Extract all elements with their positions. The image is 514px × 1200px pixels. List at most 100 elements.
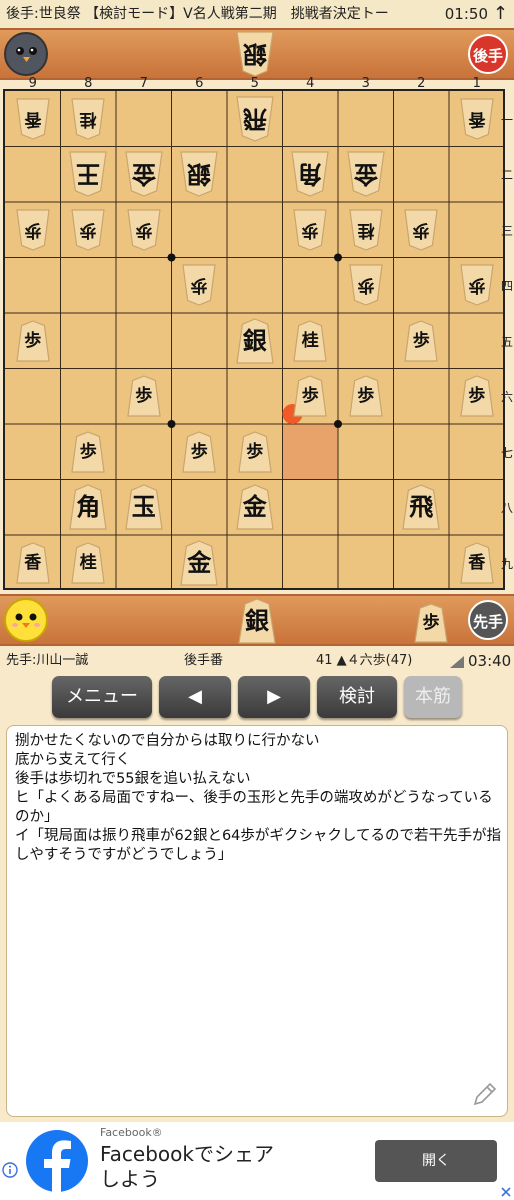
gote-piece[interactable]: 歩 [69, 208, 107, 252]
gote-piece[interactable]: 歩 [125, 208, 163, 252]
yellow-chick-icon[interactable] [4, 598, 48, 642]
ad-headline: Facebookでシェア しよう [100, 1142, 274, 1191]
sente-piece[interactable]: 歩 [125, 374, 163, 418]
sente-hand-piece-silver-label: 銀 [245, 607, 269, 635]
gote-piece[interactable]: 香 [458, 97, 496, 141]
piece-label: 歩 [301, 386, 319, 407]
sente-piece[interactable]: 金 [178, 539, 220, 587]
star-point [167, 420, 176, 428]
gote-hand-piece-label: 銀 [243, 40, 267, 68]
rank-label: 五 [500, 334, 513, 349]
ad-banner[interactable]: Facebook® Facebookでシェア しよう 開く [0, 1122, 514, 1200]
comment-box[interactable]: 捌かせたくないので自分からは取りに行かない 底から支えて行く 後手は歩切れで55… [6, 725, 508, 1117]
gote-piece[interactable]: 歩 [180, 263, 218, 307]
piece-label: 歩 [412, 330, 430, 351]
star-point [334, 420, 342, 428]
rank-label: 三 [500, 223, 513, 238]
sente-piece[interactable]: 歩 [402, 319, 440, 363]
rank-label: 四 [500, 279, 513, 294]
piece-label: 銀 [187, 160, 212, 189]
sente-piece[interactable]: 香 [14, 541, 52, 585]
game-title: 後手:世良祭 【検討モード】V名人戦第二期 挑戦者決定トー [6, 6, 389, 22]
next-move-button[interactable]: ▶ [238, 676, 310, 718]
piece-label: 歩 [246, 441, 264, 462]
gote-hand-bar: 銀 後手 [0, 28, 514, 80]
gote-piece[interactable]: 歩 [402, 208, 440, 252]
piece-label: 角 [298, 160, 323, 189]
piece-label: 桂 [301, 330, 319, 351]
analyze-button[interactable]: 検討 [317, 676, 397, 718]
ad-open-button[interactable]: 開く [375, 1140, 497, 1182]
move-notation: 41 ▲４六歩(47) [316, 653, 413, 668]
last-move-highlight [282, 424, 338, 480]
sente-piece[interactable]: 角 [67, 483, 109, 531]
pencil-icon[interactable] [471, 1080, 499, 1108]
piece-label: 歩 [79, 219, 97, 240]
sente-piece[interactable]: 歩 [458, 374, 496, 418]
sente-piece[interactable]: 歩 [14, 319, 52, 363]
piece-label: 金 [242, 493, 267, 522]
piece-label: 歩 [135, 219, 153, 240]
gote-piece[interactable]: 桂 [69, 97, 107, 141]
rank-label: 二 [500, 168, 513, 183]
piece-label: 歩 [24, 330, 42, 351]
rank-label: 一 [500, 112, 513, 127]
gote-piece[interactable]: 歩 [458, 263, 496, 307]
menu-button[interactable]: メニュー [52, 676, 152, 718]
up-arrow-icon[interactable]: ↑ [493, 0, 508, 28]
sente-piece[interactable]: 銀 [234, 317, 276, 365]
gote-piece[interactable]: 角 [289, 150, 331, 198]
sente-piece[interactable]: 玉 [123, 483, 165, 531]
info-icon[interactable] [2, 1162, 18, 1178]
ad-advertiser: Facebook® [100, 1126, 163, 1139]
status-bar: 後手:世良祭 【検討モード】V名人戦第二期 挑戦者決定トー 01:50 ↑ [0, 0, 514, 28]
gote-piece[interactable]: 王 [67, 150, 109, 198]
sente-piece[interactable]: 歩 [291, 374, 329, 418]
mainline-button[interactable]: 本筋 [404, 676, 462, 718]
gote-piece[interactable]: 飛 [234, 95, 276, 143]
piece-label: 香 [468, 552, 486, 573]
piece-label: 金 [187, 548, 212, 577]
piece-label: 金 [131, 160, 156, 189]
prev-move-button[interactable]: ◀ [159, 676, 231, 718]
gote-piece[interactable]: 香 [14, 97, 52, 141]
sente-piece[interactable]: 香 [458, 541, 496, 585]
sente-piece[interactable]: 桂 [69, 541, 107, 585]
gray-bird-face [16, 47, 37, 62]
gote-piece[interactable]: 桂 [347, 208, 385, 252]
gote-piece[interactable]: 歩 [291, 208, 329, 252]
piece-label: 飛 [242, 104, 267, 133]
sente-hand-piece-silver[interactable]: 銀 [236, 597, 278, 645]
piece-label: 香 [24, 108, 42, 129]
piece-label: 歩 [79, 441, 97, 462]
piece-label: 桂 [357, 219, 375, 240]
gote-piece[interactable]: 歩 [347, 263, 385, 307]
sente-hand-bar: 銀 歩 先手 [0, 594, 514, 646]
remaining-time: 03:40 [468, 652, 512, 670]
gote-piece[interactable]: 歩 [14, 208, 52, 252]
gote-hand-piece[interactable]: 銀 [234, 30, 276, 78]
piece-label: 桂 [79, 552, 97, 573]
sente-piece[interactable]: 飛 [400, 483, 442, 531]
sente-piece[interactable]: 歩 [347, 374, 385, 418]
close-icon[interactable] [500, 1186, 512, 1198]
sente-piece[interactable]: 桂 [291, 319, 329, 363]
piece-label: 香 [468, 108, 486, 129]
gote-piece[interactable]: 金 [123, 150, 165, 198]
sente-piece[interactable]: 金 [234, 483, 276, 531]
gray-bird-icon[interactable] [4, 32, 48, 76]
star-point [167, 253, 176, 262]
sente-piece[interactable]: 歩 [69, 430, 107, 474]
gote-piece[interactable]: 金 [345, 150, 387, 198]
piece-label: 歩 [357, 386, 375, 407]
sente-piece[interactable]: 歩 [180, 430, 218, 474]
sente-hand-piece-pawn[interactable]: 歩 [412, 602, 450, 650]
gote-piece[interactable]: 銀 [178, 150, 220, 198]
turn-indicator: 後手番 [184, 653, 224, 668]
signal-icon [450, 656, 464, 668]
piece-label: 桂 [79, 108, 97, 129]
comment-text: 捌かせたくないので自分からは取りに行かない 底から支えて行く 後手は歩切れで55… [15, 733, 501, 863]
rank-label: 九 [500, 556, 513, 571]
sente-piece[interactable]: 歩 [236, 430, 274, 474]
gote-badge: 後手 [468, 34, 508, 74]
